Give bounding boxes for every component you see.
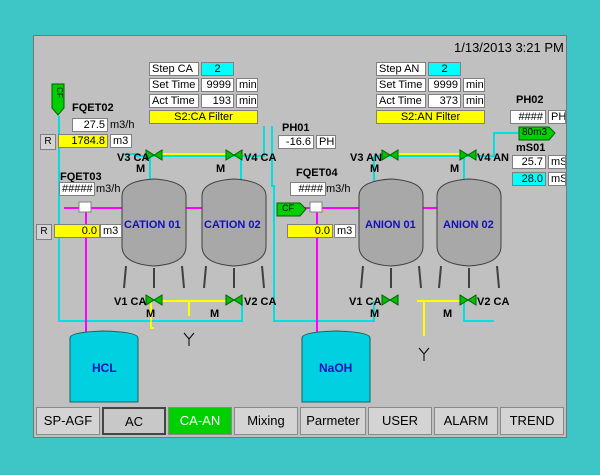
tank-cation-02 <box>201 178 267 289</box>
naoh-label: NaOH <box>319 361 353 375</box>
valve-v4an <box>459 149 477 161</box>
ca-set-time-value[interactable]: 9999 <box>201 78 234 92</box>
scada-panel: 1/13/2013 3:21 PM CF CF 80m3 Step CA 2 S… <box>33 35 567 438</box>
v1ca-motor: M <box>146 308 156 320</box>
v2ca-label: V2 CA <box>244 296 277 308</box>
ms01-setpoint[interactable]: 28.0 <box>512 172 546 186</box>
anion-01-label: ANION 01 <box>365 219 416 231</box>
step-ca-label: Step CA <box>149 62 199 76</box>
step-ca-value: 2 <box>201 62 234 76</box>
nav-ac[interactable]: AC <box>102 407 166 435</box>
an-set-time-value[interactable]: 9999 <box>428 78 461 92</box>
v4ca-label: V4 CA <box>244 152 277 164</box>
ms01-setpoint-unit: mS <box>548 172 566 186</box>
tank-cation-01 <box>121 178 187 289</box>
hcl-label: HCL <box>92 361 117 375</box>
fqet02-reset-button[interactable]: R <box>40 134 56 150</box>
anion-02-label: ANION 02 <box>443 219 494 231</box>
an-act-time-label: Act Time <box>376 94 426 108</box>
step-an-label: Step AN <box>376 62 426 76</box>
nav-mixing[interactable]: Mixing <box>234 407 298 435</box>
v2ca-motor: M <box>210 308 220 320</box>
tank-anion-02 <box>436 178 502 289</box>
fqet03-total: 0.0 <box>54 224 100 238</box>
nav-parmeter[interactable]: Parmeter <box>300 407 366 435</box>
v4an-label: V4 AN <box>477 152 509 164</box>
v4ca-motor: M <box>216 163 226 175</box>
ph01-unit: PH <box>316 135 336 149</box>
80m3-tag-label: 80m3 <box>522 127 548 138</box>
fqet04-total-unit: m3 <box>334 224 356 238</box>
cation-01-label: CATION 01 <box>124 219 181 231</box>
fqet02-flow: 27.5 <box>72 118 108 132</box>
valve-v2an <box>459 294 477 306</box>
step-an-value: 2 <box>428 62 461 76</box>
nav-ca-an[interactable]: CA-AN <box>168 407 232 435</box>
ph01-tag: PH01 <box>282 122 310 134</box>
ms01-tag: mS01 <box>516 142 546 154</box>
ca-set-time-unit: min <box>236 78 258 92</box>
ca-act-time-label: Act Time <box>149 94 199 108</box>
fqet04-total: 0.0 <box>287 224 333 238</box>
ca-act-time-unit: min <box>236 94 258 108</box>
ca-set-time-label: Set Time <box>149 78 199 92</box>
ph02-tag: PH02 <box>516 94 544 106</box>
fqet03-flow-unit: m3/h <box>96 183 121 195</box>
nav-trend[interactable]: TREND <box>500 407 564 435</box>
an-act-time-unit: min <box>463 94 485 108</box>
valve-v2ca <box>225 294 243 306</box>
fqet03-reset-button[interactable]: R <box>36 224 52 240</box>
an-set-time-label: Set Time <box>376 78 426 92</box>
ca-status: S2:CA Filter <box>149 110 258 124</box>
v1an-motor: M <box>370 308 380 320</box>
fqet04-flow: #### <box>290 182 326 196</box>
nav-alarm[interactable]: ALARM <box>434 407 498 435</box>
tank-anion-01 <box>358 178 424 289</box>
ms01-value: 25.7 <box>512 155 546 169</box>
fqet04-tag: FQET04 <box>296 167 338 179</box>
cf-tag-left-label: CF <box>54 87 64 98</box>
fqet04-flow-unit: m3/h <box>326 183 351 195</box>
fqet02-total-unit: m3 <box>110 134 132 148</box>
nav-user[interactable]: USER <box>368 407 432 435</box>
an-status: S2:AN Filter <box>376 110 485 124</box>
ca-act-time-value: 193 <box>201 94 234 108</box>
nav-sp-agf[interactable]: SP-AGF <box>36 407 100 435</box>
v1an-label: V1 CA <box>349 296 382 308</box>
valve-v1ca <box>145 294 163 306</box>
v3ca-motor: M <box>136 163 146 175</box>
fqet02-tag: FQET02 <box>72 102 114 114</box>
v3an-motor: M <box>370 163 380 175</box>
ms01-unit: mS <box>548 155 566 169</box>
v1ca-label: V1 CA <box>114 296 147 308</box>
cf-tag-right-label: CF <box>282 203 294 213</box>
ph02-unit: PH <box>548 110 566 124</box>
ph02-value: #### <box>510 110 546 124</box>
ph01-value: -16.6 <box>278 135 314 149</box>
valve-v1an <box>381 294 399 306</box>
an-act-time-value: 373 <box>428 94 461 108</box>
fqet03-flow: ##### <box>59 182 95 196</box>
valve-v3an <box>381 149 399 161</box>
an-set-time-unit: min <box>463 78 485 92</box>
fqet03-total-unit: m3 <box>100 224 122 238</box>
v2an-label: V2 CA <box>477 296 510 308</box>
fqet02-total: 1784.8 <box>58 134 108 148</box>
v2an-motor: M <box>443 308 453 320</box>
cation-02-label: CATION 02 <box>204 219 261 231</box>
fqet02-flow-unit: m3/h <box>110 119 135 131</box>
valve-v4ca <box>225 149 243 161</box>
v4an-motor: M <box>450 163 460 175</box>
